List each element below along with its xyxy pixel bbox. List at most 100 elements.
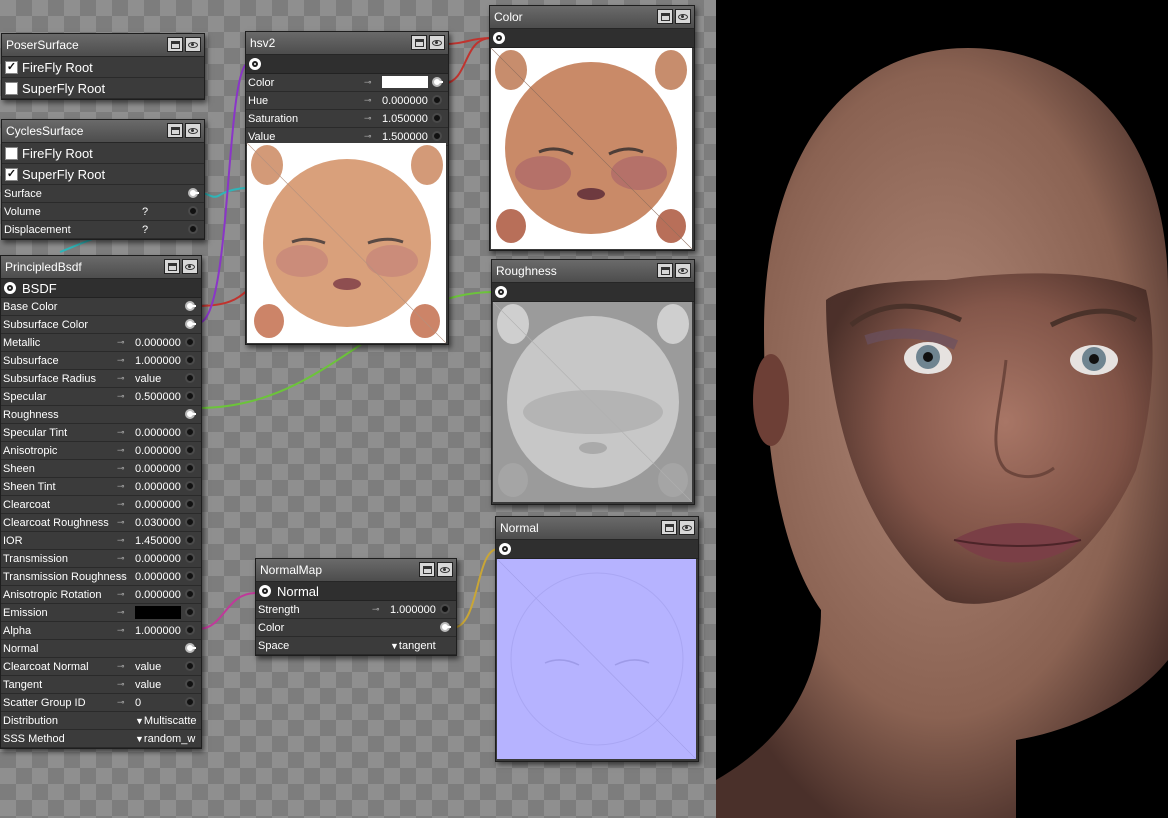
- input-subsurface-color[interactable]: Subsurface Color: [1, 316, 201, 334]
- input-hue[interactable]: Hue ⊸ 0.000000: [246, 92, 448, 110]
- checkbox-unchecked-icon[interactable]: [5, 81, 18, 95]
- input-clearcoat-roughness[interactable]: Clearcoat Roughness ⊸ 0.030000: [1, 514, 201, 532]
- input-socket[interactable]: [440, 604, 450, 614]
- input-value[interactable]: 1.000000: [135, 355, 181, 367]
- input-value[interactable]: 1.050000: [382, 113, 428, 125]
- input-clearcoat[interactable]: Clearcoat ⊸ 0.000000: [1, 496, 201, 514]
- output-socket-icon[interactable]: [499, 543, 511, 555]
- input-value[interactable]: 0.000000: [135, 445, 181, 457]
- input-displacement[interactable]: Displacement?: [2, 221, 204, 239]
- input-socket[interactable]: [185, 337, 195, 347]
- input-value[interactable]: value: [135, 373, 161, 385]
- key-icon[interactable]: ⊸: [364, 77, 372, 88]
- refresh-icon[interactable]: [185, 123, 201, 138]
- key-icon[interactable]: ⊸: [117, 391, 125, 402]
- input-socket[interactable]: [185, 571, 195, 581]
- key-icon[interactable]: ⊸: [117, 427, 125, 438]
- input-surface[interactable]: Surface: [2, 185, 204, 203]
- output-socket-icon[interactable]: [249, 58, 261, 70]
- collapse-icon[interactable]: [419, 562, 435, 577]
- input-value[interactable]: value: [135, 679, 161, 691]
- input-strength[interactable]: Strength ⊸ 1.000000: [256, 601, 456, 619]
- input-value[interactable]: 0.000000: [135, 463, 181, 475]
- key-icon[interactable]: ⊸: [117, 679, 125, 690]
- key-icon[interactable]: ⊸: [117, 517, 125, 528]
- input-value[interactable]: value: [135, 661, 161, 673]
- key-icon[interactable]: ⊸: [117, 625, 125, 636]
- input-socket[interactable]: [185, 679, 195, 689]
- input-volume[interactable]: Volume?: [2, 203, 204, 221]
- poser-firefly-root[interactable]: ✓ FireFly Root: [2, 57, 204, 78]
- input-anisotropic[interactable]: Anisotropic ⊸ 0.000000: [1, 442, 201, 460]
- dropdown-select[interactable]: ▼tangent: [390, 640, 436, 652]
- node-title-bar[interactable]: Color: [490, 6, 694, 29]
- dropdown-select[interactable]: ▼Multiscatte: [135, 715, 197, 727]
- input-space[interactable]: Space ▼tangent: [256, 637, 456, 655]
- output-socket-icon[interactable]: [4, 282, 16, 294]
- color-swatch[interactable]: [382, 76, 428, 88]
- input-ior[interactable]: IOR ⊸ 1.450000: [1, 532, 201, 550]
- input-socket[interactable]: [185, 517, 195, 527]
- input-socket[interactable]: [185, 607, 195, 617]
- input-value[interactable]: 0.000000: [135, 427, 181, 439]
- input-roughness[interactable]: Roughness: [1, 406, 201, 424]
- key-icon[interactable]: ⊸: [364, 131, 372, 142]
- collapse-icon[interactable]: [661, 520, 677, 535]
- input-value[interactable]: 0.000000: [135, 571, 181, 583]
- input-socket[interactable]: [185, 481, 195, 491]
- collapse-icon[interactable]: [167, 123, 183, 138]
- refresh-icon[interactable]: [437, 562, 453, 577]
- input-emission[interactable]: Emission ⊸: [1, 604, 201, 622]
- input-socket-linked[interactable]: [185, 319, 196, 329]
- input-socket[interactable]: [185, 427, 195, 437]
- node-title-bar[interactable]: PoserSurface: [2, 34, 204, 57]
- input-value[interactable]: 1.000000: [135, 625, 181, 637]
- color-swatch[interactable]: [135, 606, 181, 619]
- normal-output[interactable]: [496, 540, 698, 559]
- node-title-bar[interactable]: hsv2: [246, 32, 448, 55]
- input-socket[interactable]: [432, 131, 442, 141]
- input-value[interactable]: 0.000000: [382, 95, 428, 107]
- input-value[interactable]: ?: [142, 206, 148, 218]
- checkbox-checked-icon[interactable]: ✓: [5, 60, 18, 74]
- input-distribution[interactable]: Distribution ▼Multiscatte: [1, 712, 201, 730]
- input-socket[interactable]: [432, 95, 442, 105]
- key-icon[interactable]: ⊸: [364, 113, 372, 124]
- input-saturation[interactable]: Saturation ⊸ 1.050000: [246, 110, 448, 128]
- normalmap-output[interactable]: Normal: [256, 582, 456, 601]
- node-title-bar[interactable]: CyclesSurface: [2, 120, 204, 143]
- input-scatter-group-id[interactable]: Scatter Group ID ⊸ 0: [1, 694, 201, 712]
- input-socket-linked[interactable]: [185, 409, 196, 419]
- key-icon[interactable]: ⊸: [117, 445, 125, 456]
- shader-node-canvas[interactable]: PoserSurface ✓ FireFly Root SuperFly Root…: [0, 0, 716, 818]
- input-socket[interactable]: [185, 535, 195, 545]
- input-subsurface[interactable]: Subsurface ⊸ 1.000000: [1, 352, 201, 370]
- input-alpha[interactable]: Alpha ⊸ 1.000000: [1, 622, 201, 640]
- input-socket[interactable]: [188, 206, 198, 216]
- input-socket[interactable]: [185, 625, 195, 635]
- input-clearcoat-normal[interactable]: Clearcoat Normal ⊸ value: [1, 658, 201, 676]
- key-icon[interactable]: ⊸: [117, 661, 125, 672]
- key-icon[interactable]: ⊸: [117, 481, 125, 492]
- input-value[interactable]: 0.030000: [135, 517, 181, 529]
- input-base-color[interactable]: Base Color: [1, 298, 201, 316]
- normal-texture-node[interactable]: Normal: [495, 516, 699, 762]
- collapse-icon[interactable]: [657, 263, 673, 278]
- refresh-icon[interactable]: [185, 37, 201, 52]
- input-sheen-tint[interactable]: Sheen Tint ⊸ 0.000000: [1, 478, 201, 496]
- node-title-bar[interactable]: PrincipledBsdf: [1, 256, 201, 279]
- input-value[interactable]: 0.000000: [135, 553, 181, 565]
- input-socket[interactable]: [432, 113, 442, 123]
- preview-eye-icon[interactable]: [429, 35, 445, 50]
- key-icon[interactable]: ⊸: [117, 355, 125, 366]
- key-icon[interactable]: ⊸: [117, 337, 125, 348]
- preview-eye-icon[interactable]: [675, 9, 691, 24]
- input-socket[interactable]: [185, 553, 195, 563]
- color-texture-node[interactable]: Color: [489, 5, 695, 251]
- refresh-icon[interactable]: [182, 259, 198, 274]
- collapse-icon[interactable]: [164, 259, 180, 274]
- input-normal[interactable]: Normal: [1, 640, 201, 658]
- input-tangent[interactable]: Tangent ⊸ value: [1, 676, 201, 694]
- cycles-firefly-root[interactable]: FireFly Root: [2, 143, 204, 164]
- bsdf-output[interactable]: BSDF: [1, 279, 201, 298]
